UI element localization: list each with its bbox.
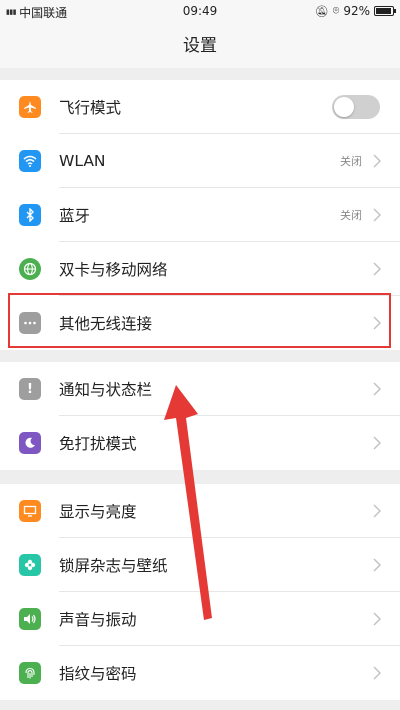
section-gap [0,350,400,362]
toggle-knob [334,97,354,117]
chevron-right-icon [373,558,382,572]
setting-label: 通知与状态栏 [59,381,153,399]
chevron-right-icon [373,262,382,276]
setting-display-brightness[interactable]: 显示与亮度 [0,484,400,538]
setting-label: 蓝牙 [59,207,91,225]
setting-label: 免打扰模式 [59,435,137,453]
chevron-right-icon [373,316,382,330]
speaker-icon [19,608,41,630]
setting-label: 其他无线连接 [59,315,153,333]
wifi-icon [19,150,41,172]
battery-icon [374,6,396,16]
setting-label: 双卡与移动网络 [59,261,168,279]
setting-status: 关闭 [340,155,362,168]
exclamation-icon: ! [19,378,41,400]
bluetooth-icon [19,204,41,226]
setting-label: 指纹与密码 [59,665,137,683]
chevron-right-icon [373,382,382,396]
settings-group-personalization: 显示与亮度 锁屏杂志与壁纸 声音与振动 指纹与密码 [0,484,400,700]
chevron-right-icon [373,612,382,626]
chevron-right-icon [373,436,382,450]
setting-airplane-mode[interactable]: 飞行模式 [0,80,400,134]
fingerprint-icon [19,662,41,684]
monitor-icon [19,500,41,522]
setting-label: 声音与振动 [59,611,137,629]
settings-group-connectivity: 飞行模式 WLAN 关闭 蓝牙 关闭 双卡与移动网络 其他无线连接 [0,80,400,350]
setting-lockscreen-wallpaper[interactable]: 锁屏杂志与壁纸 [0,538,400,592]
airplane-icon [19,96,41,118]
setting-fingerprint-password[interactable]: 指纹与密码 [0,646,400,700]
mute-icon: 🔕︎ [314,4,329,18]
setting-sound-vibration[interactable]: 声音与振动 [0,592,400,646]
setting-bluetooth[interactable]: 蓝牙 关闭 [0,188,400,242]
chevron-right-icon [373,666,382,680]
battery-percent: 92% [343,4,370,18]
page-title: 设置 [0,24,400,68]
setting-dual-sim-network[interactable]: 双卡与移动网络 [0,242,400,296]
setting-notifications-statusbar[interactable]: ! 通知与状态栏 [0,362,400,416]
section-gap [0,470,400,484]
location-icon: ⌾ [332,4,340,17]
moon-icon [19,432,41,454]
setting-do-not-disturb[interactable]: 免打扰模式 [0,416,400,470]
status-bar: ▮▮▮ 中国联通 09:49 🔕︎ ⌾ 92% [0,0,400,24]
airplane-mode-toggle[interactable] [332,95,380,119]
status-right: 🔕︎ ⌾ 92% [314,4,396,18]
section-gap [0,68,400,80]
setting-wlan[interactable]: WLAN 关闭 [0,134,400,188]
setting-status: 关闭 [340,209,362,222]
chevron-right-icon [373,208,382,222]
setting-other-wireless[interactable]: 其他无线连接 [0,296,400,350]
setting-label: WLAN [59,152,106,170]
chevron-right-icon [373,154,382,168]
flower-icon [19,554,41,576]
setting-label: 锁屏杂志与壁纸 [59,557,168,575]
setting-label: 飞行模式 [59,99,122,117]
globe-icon [19,258,41,280]
settings-group-notifications: ! 通知与状态栏 免打扰模式 [0,362,400,470]
more-icon [19,312,41,334]
chevron-right-icon [373,504,382,518]
setting-label: 显示与亮度 [59,503,137,521]
